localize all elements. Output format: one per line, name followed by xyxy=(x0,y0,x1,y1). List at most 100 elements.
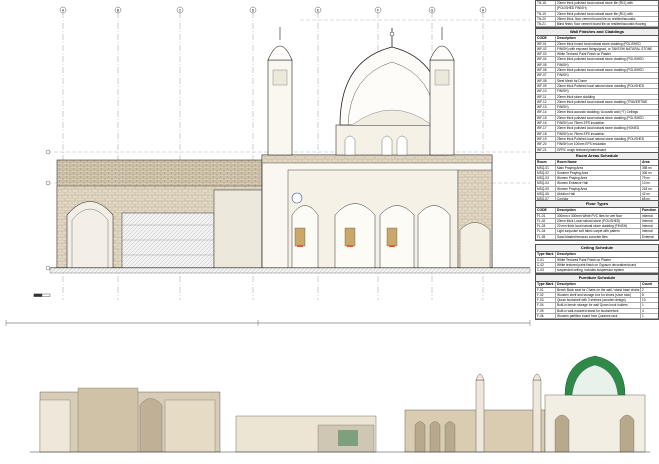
table-cell: F-02 xyxy=(536,292,556,298)
table-cell: MSQ-01 xyxy=(536,165,556,170)
table-cell: FL-04 xyxy=(536,229,556,234)
table-cell: Ablution Hall xyxy=(557,192,575,197)
table-cell: WF-15 xyxy=(536,115,556,120)
table-cell: 20mm thick Local natural stone (POLISHED… xyxy=(557,218,621,223)
table-cell: WF-19 xyxy=(536,136,556,142)
table-title: Floor Types xyxy=(536,201,658,208)
left-brick-wing xyxy=(56,159,263,269)
table-cell: C-01 xyxy=(536,257,556,262)
table-cell: 42 m² xyxy=(640,192,658,197)
table-cell: Blind finish, floor cement board tile on… xyxy=(557,22,646,27)
table-cell: FINISH) xyxy=(557,62,569,67)
table-cell: WF-11 xyxy=(536,94,556,99)
level-markers xyxy=(45,149,51,271)
table-cell: 79 m² xyxy=(640,176,658,181)
table-row: C-03 suspended ceiling, includes suspensi… xyxy=(536,268,658,274)
table-cell: White Textured Paint Finish on Plaster xyxy=(557,52,611,57)
table-cell: FINISH) on 75mm EPS insulation xyxy=(557,131,605,136)
table-cell: MSQ-05 xyxy=(536,186,556,192)
table-cell: FL-03 xyxy=(536,224,556,229)
table-header-cell: Description xyxy=(557,208,576,212)
table-cell: Internal xyxy=(640,218,658,224)
table-header-cell: Description xyxy=(557,36,576,40)
table-row: FL-05 Sand blasted terrazzo concrete tile… xyxy=(536,234,658,241)
table-cell: 20mm thick Polished local natural stone … xyxy=(557,83,644,88)
table-cell: Steel Mesh for Dome xyxy=(557,78,587,83)
table-cell: WF-12 xyxy=(536,99,556,105)
minaret-left xyxy=(267,27,293,156)
table-header-cell: Type Mark xyxy=(536,252,556,257)
table-cell: WF-20 xyxy=(536,142,556,147)
table-cell: 13 m² xyxy=(640,181,658,186)
table-cell: (POLISHED FINISH) xyxy=(557,6,587,11)
table-cell: 25mm thick, floor cement board tile on r… xyxy=(557,16,636,21)
table-cell: 218 m² xyxy=(640,186,658,192)
table-cell: Light turquoise soft fabric carpet with … xyxy=(557,229,620,234)
table-cell: Quran bookshelf with 3 shelves (wooden d… xyxy=(557,298,626,303)
wall-finishes-table: Wall Finishes and Claddings CODE Descripti… xyxy=(535,28,659,154)
table-cell: FINISH) with exposed fixings/grout, or T… xyxy=(557,46,653,51)
table-cell: 20mm thick honed local natural stone cla… xyxy=(557,41,641,46)
table-cell: WF-17 xyxy=(536,126,556,131)
table-header-cell: CODE xyxy=(536,208,556,213)
table-cell: White textured paint finish on Gypsum de… xyxy=(557,262,637,267)
table-cell: FINISH) on 100mm EPS insulation xyxy=(557,142,607,147)
table-cell: Women Praying Area xyxy=(557,176,588,181)
table-cell: WF-07 xyxy=(536,73,556,78)
table-cell: 20mm thick polished local natural stone … xyxy=(557,1,633,5)
grid-label: F xyxy=(377,8,379,12)
rendered-section-strip xyxy=(30,355,650,453)
minaret-right xyxy=(429,27,455,156)
table-cell: TN-20 xyxy=(536,16,556,22)
table-cell: WF-01 xyxy=(536,41,556,46)
table-cell: Bench Back seat for Chairs on the wall /… xyxy=(557,287,640,292)
table-cell: F-06 xyxy=(536,314,556,319)
table-cell: WF-09 xyxy=(536,83,556,89)
table-cell: 4 xyxy=(640,308,658,314)
table-header-cell: Description xyxy=(557,282,576,286)
table-cell: 20mm thick polished local natural stone … xyxy=(557,11,633,16)
table-cell: 306 m² xyxy=(640,170,658,176)
floor-types-table: Floor Types CODE Description Function FL-01 3… xyxy=(535,200,659,242)
table-cell: FINISH) on 75mm EPS insulation xyxy=(557,121,605,126)
ceiling-schedule-table: Ceiling Schedule Type Mark Description C-01… xyxy=(535,244,659,275)
table-cell: Women Entrance Hall xyxy=(557,181,588,186)
table-cell: Built-in bench storage for wall Quran bo… xyxy=(557,303,628,308)
table-cell: F-01 xyxy=(536,287,556,292)
table-cell: WF-04 xyxy=(536,57,556,62)
table-cell: FINISH) xyxy=(557,105,569,110)
table-cell: WF-14 xyxy=(536,110,556,115)
table-cell: TN-21 xyxy=(536,22,556,27)
table-cell: Main Praying Area xyxy=(557,165,584,170)
table-cell: FL-01 xyxy=(536,213,556,218)
table-cell: F-04 xyxy=(536,303,556,308)
table-cell: MSQ-03 xyxy=(536,176,556,181)
table-cell: FL-02 xyxy=(536,218,556,224)
table-cell: 20mm thick polished local natural stone … xyxy=(557,99,648,104)
grid-bubbles xyxy=(59,6,487,14)
table-header-cell: Count xyxy=(640,282,658,287)
table-cell: Women Praying Area xyxy=(557,186,588,191)
table-cell: 1 xyxy=(640,303,658,308)
table-cell: MSQ-06 xyxy=(536,192,556,197)
table-cell: WF-08 xyxy=(536,78,556,83)
table-cell: Summer Praying Area xyxy=(557,170,589,175)
table-cell: Internal xyxy=(640,213,658,218)
table-cell: 20mm thick polished local natural stone … xyxy=(557,57,644,62)
finish-notes-table: TN-18 20mm thick polished local natural s… xyxy=(535,0,659,29)
table-cell: 1 xyxy=(640,314,658,319)
furniture-schedule-table: Furniture Schedule Type Mark Description Co… xyxy=(535,274,659,321)
table-cell: MSQ-04 xyxy=(536,181,556,186)
table-cell: C-02 xyxy=(536,262,556,268)
table-cell: WF-16 xyxy=(536,121,556,126)
table-cell: Sand blasted terrazzo concrete tiles xyxy=(557,234,608,239)
schedules-panel: TN-18 20mm thick polished local natural s… xyxy=(535,0,659,335)
table-cell: Built-in wall-mounted stand for bookshel… xyxy=(557,308,619,313)
table-cell: 25mm thick Polished local natural stone … xyxy=(557,136,644,141)
table-cell: MSQ-02 xyxy=(536,170,556,176)
table-cell xyxy=(536,6,556,11)
table-cell: 20 mm thick local natural stone cladding… xyxy=(557,224,628,229)
table-cell: 398 m² xyxy=(640,165,658,170)
table-cell: 20mm thick acoustic cladding / Acoustic … xyxy=(557,110,638,115)
table-cell: Wooden shelf and storage box for shoes (… xyxy=(557,292,632,297)
